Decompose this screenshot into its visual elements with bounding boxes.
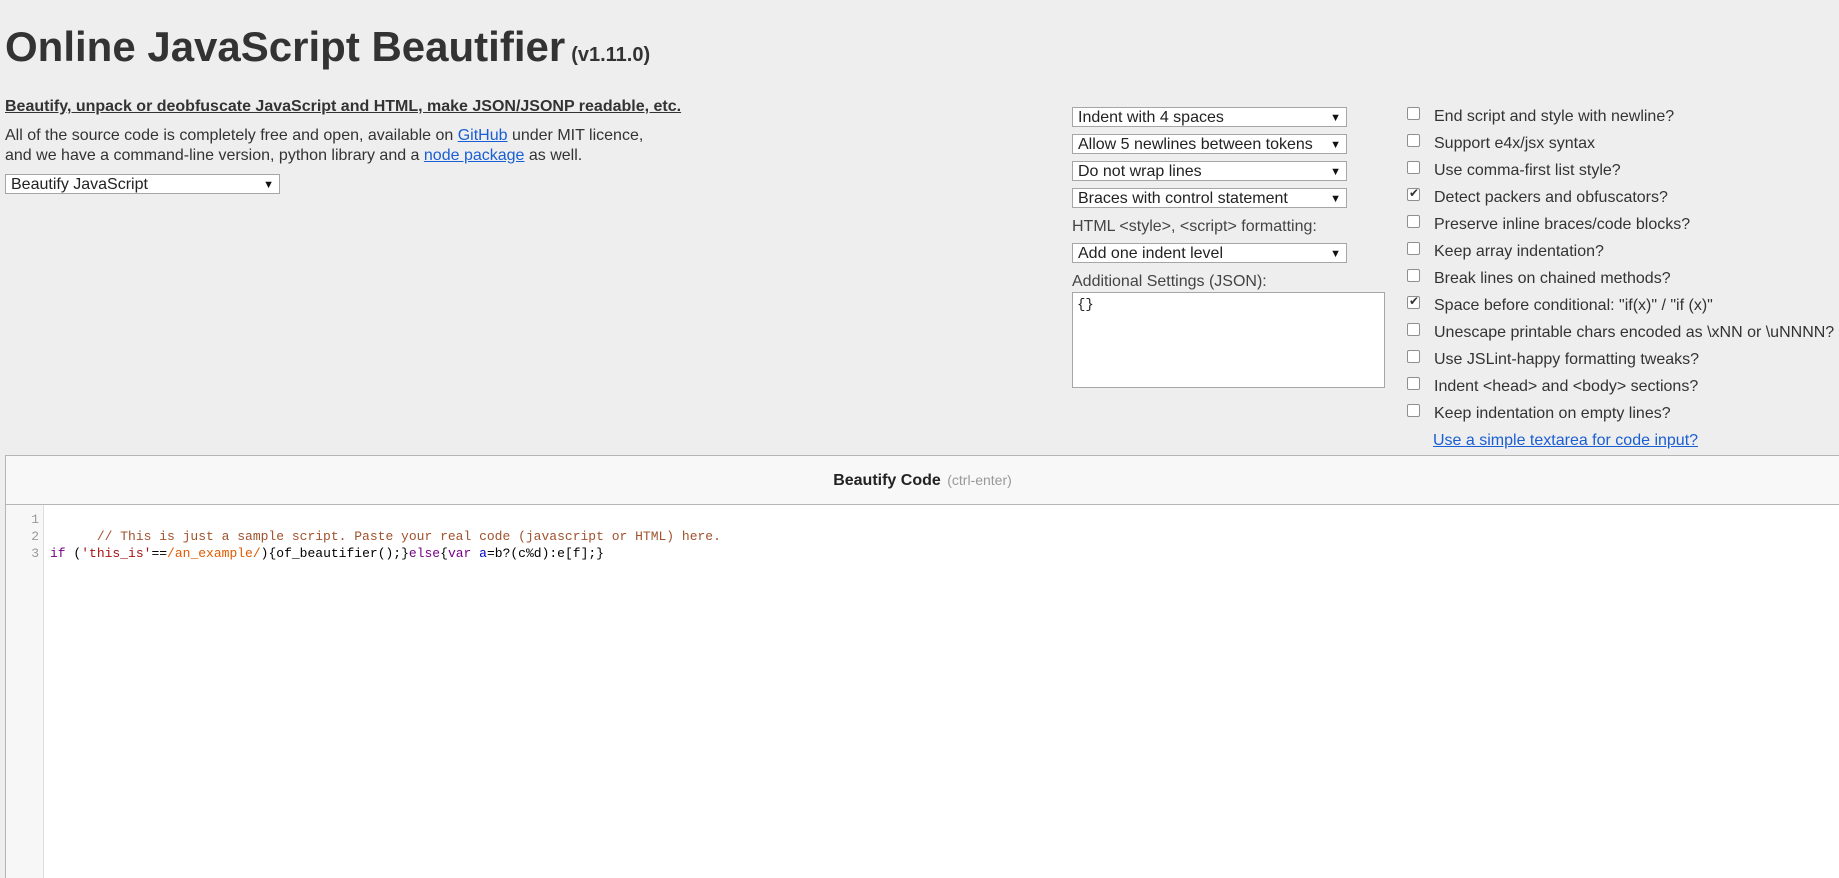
braces-select[interactable]: Braces with control statement ▼ <box>1072 188 1347 208</box>
intro-line2-end: as well. <box>524 147 583 164</box>
additional-settings-label: Additional Settings (JSON): <box>1072 273 1267 290</box>
checkbox-label: Keep indentation on empty lines? <box>1434 405 1671 422</box>
subtitle: Beautify, unpack or deobfuscate JavaScri… <box>5 98 682 115</box>
checkbox-box[interactable] <box>1407 404 1420 417</box>
checkbox-label: Detect packers and obfuscators? <box>1434 189 1668 206</box>
intro-line1-start: All of the source code is completely fre… <box>5 127 458 144</box>
intro-line2-start: and we have a command-line version, pyth… <box>5 147 424 164</box>
html-indent-select-value: Add one indent level <box>1078 245 1223 262</box>
code-token: a <box>479 546 487 561</box>
simple-textarea-link[interactable]: Use a simple textarea for code input? <box>1433 432 1698 450</box>
page: Online JavaScript Beautifier (v1.11.0) Be… <box>0 0 1839 878</box>
code-token: ( <box>65 546 82 561</box>
checkbox-label: Indent <head> and <body> sections? <box>1434 378 1699 395</box>
dropdown-arrow-icon: ▼ <box>1330 112 1341 124</box>
checkbox-box[interactable] <box>1407 323 1420 336</box>
node-package-link[interactable]: node package <box>424 147 525 164</box>
checkbox-label: Break lines on chained methods? <box>1434 270 1671 287</box>
wrap-select-value: Do not wrap lines <box>1078 163 1202 180</box>
newlines-select-value: Allow 5 newlines between tokens <box>1078 136 1313 153</box>
intro-line1-end: under MIT licence, <box>507 127 644 144</box>
title-text: Online JavaScript Beautifier <box>5 23 566 70</box>
newlines-select[interactable]: Allow 5 newlines between tokens ▼ <box>1072 134 1347 154</box>
checkbox-box[interactable] <box>1407 294 1420 309</box>
code-token: /an_example/ <box>167 546 261 561</box>
code-token: var <box>447 546 472 561</box>
checkbox-box[interactable] <box>1407 350 1420 363</box>
checkbox-label: Space before conditional: "if(x)" / "if … <box>1434 297 1713 314</box>
checkbox-label: Use JSLint-happy formatting tweaks? <box>1434 351 1700 368</box>
line-number: 2 <box>31 529 39 544</box>
code-line[interactable]: if ('this_is'==/an_example/){of_beautifi… <box>50 545 604 562</box>
line-number: 1 <box>31 512 39 527</box>
checkbox-box[interactable] <box>1407 134 1420 147</box>
checkbox-label: Use comma-first list style? <box>1434 162 1621 179</box>
dropdown-arrow-icon: ▼ <box>1330 166 1341 178</box>
code-token: { <box>440 546 448 561</box>
mode-select[interactable]: Beautify JavaScript ▼ <box>5 174 280 194</box>
shortcut-hint: (ctrl-enter) <box>947 472 1012 488</box>
code-token: else <box>408 546 441 561</box>
checkbox-label: Support e4x/jsx syntax <box>1434 135 1595 152</box>
braces-select-value: Braces with control statement <box>1078 190 1288 207</box>
checkbox-box[interactable] <box>1407 377 1420 390</box>
dropdown-arrow-icon: ▼ <box>263 179 274 191</box>
code-token: =b?(c%d):e[f];} <box>486 546 604 561</box>
version-label: (v1.11.0) <box>571 44 651 66</box>
line-number-gutter: 1 2 3 <box>6 505 44 878</box>
checkbox-box[interactable] <box>1407 186 1420 201</box>
checkbox-box[interactable] <box>1407 161 1420 174</box>
html-indent-select[interactable]: Add one indent level ▼ <box>1072 243 1347 263</box>
github-link[interactable]: GitHub <box>458 127 508 144</box>
indent-select-value: Indent with 4 spaces <box>1078 109 1224 126</box>
intro-text: All of the source code is completely fre… <box>5 126 643 166</box>
code-token: 'this_is' <box>81 546 152 561</box>
checkbox-box[interactable] <box>1407 242 1420 255</box>
checkbox-box[interactable] <box>1407 107 1420 120</box>
checkbox-label: Unescape printable chars encoded as \xNN… <box>1434 324 1835 341</box>
code-token: == <box>151 546 168 561</box>
checkbox-box[interactable] <box>1407 215 1420 228</box>
indent-select[interactable]: Indent with 4 spaces ▼ <box>1072 107 1347 127</box>
page-title: Online JavaScript Beautifier (v1.11.0) <box>5 22 650 80</box>
html-formatting-label: HTML <style>, <script> formatting: <box>1072 218 1317 235</box>
checkbox-box[interactable] <box>1407 269 1420 282</box>
checkbox-label: Preserve inline braces/code blocks? <box>1434 216 1691 233</box>
dropdown-arrow-icon: ▼ <box>1330 193 1341 205</box>
wrap-select[interactable]: Do not wrap lines ▼ <box>1072 161 1347 181</box>
code-token: if <box>50 546 66 561</box>
dropdown-arrow-icon: ▼ <box>1330 248 1341 260</box>
code-comment: // This is just a sample script. Paste y… <box>96 529 721 544</box>
checkbox-label: Keep array indentation? <box>1434 243 1604 260</box>
beautify-button[interactable]: Beautify Code (ctrl-enter) <box>5 455 1839 505</box>
code-token: ){of_beautifier();} <box>260 546 409 561</box>
mode-select-value: Beautify JavaScript <box>11 176 148 193</box>
code-editor[interactable]: 1 2 3 // This is just a sample script. P… <box>5 505 1839 878</box>
checkbox-label: End script and style with newline? <box>1434 108 1675 125</box>
beautify-button-label: Beautify Code <box>833 472 941 489</box>
additional-settings-input[interactable]: {} <box>1072 292 1385 388</box>
line-number: 3 <box>31 546 39 561</box>
dropdown-arrow-icon: ▼ <box>1330 139 1341 151</box>
